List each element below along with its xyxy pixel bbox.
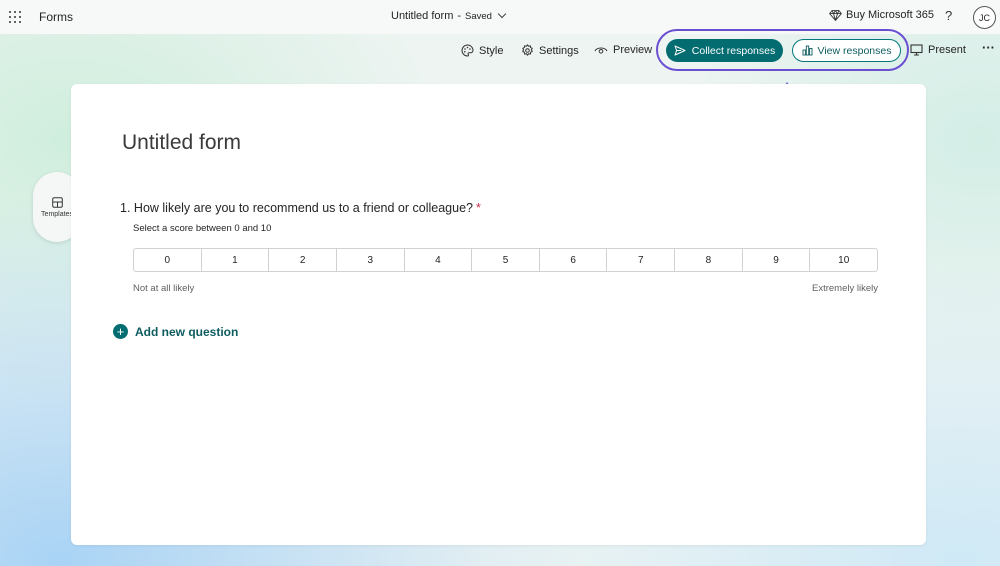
scale-option-5[interactable]: 5 <box>472 249 540 271</box>
scale-high-label: Extremely likely <box>812 283 878 294</box>
app-name[interactable]: Forms <box>39 10 73 24</box>
buy-microsoft-365-button[interactable]: Buy Microsoft 365 <box>829 9 934 21</box>
help-icon[interactable]: ? <box>945 8 952 23</box>
settings-label: Settings <box>539 44 579 57</box>
more-options-icon[interactable]: ··· <box>982 40 995 55</box>
templates-icon <box>51 196 63 208</box>
document-title-menu[interactable]: Untitled form - Saved <box>391 9 507 22</box>
scale-option-8[interactable]: 8 <box>675 249 743 271</box>
scale-option-6[interactable]: 6 <box>540 249 608 271</box>
scale-option-4[interactable]: 4 <box>405 249 473 271</box>
send-icon <box>674 45 686 56</box>
buy-label: Buy Microsoft 365 <box>846 9 935 21</box>
eye-icon <box>594 47 608 54</box>
scale-option-0[interactable]: 0 <box>134 249 202 271</box>
style-button[interactable]: Style <box>461 44 503 57</box>
scale-option-1[interactable]: 1 <box>202 249 270 271</box>
templates-label: Templates <box>41 210 73 218</box>
scale-option-7[interactable]: 7 <box>607 249 676 271</box>
question-subtitle: Select a score between 0 and 10 <box>133 223 272 234</box>
gear-icon <box>522 44 533 56</box>
style-label: Style <box>479 44 504 57</box>
present-label: Present <box>928 44 966 56</box>
nps-scale: 0 1 2 3 4 5 6 7 8 9 10 <box>133 248 878 272</box>
view-responses-button[interactable]: View responses <box>792 39 901 62</box>
chevron-down-icon <box>497 9 507 19</box>
scale-low-label: Not at all likely <box>133 283 195 294</box>
scale-option-10[interactable]: 10 <box>810 249 877 271</box>
bar-chart-icon <box>802 45 812 56</box>
preview-button[interactable]: Preview <box>594 44 652 56</box>
question-number: 1. <box>120 201 131 215</box>
collect-responses-label: Collect responses <box>691 44 776 57</box>
add-new-question-button[interactable]: + Add new question <box>113 324 238 339</box>
preview-label: Preview <box>613 44 653 56</box>
question-1-title[interactable]: 1. How likely are you to recommend us to… <box>120 201 481 215</box>
title-separator: - <box>457 10 462 22</box>
monitor-icon <box>910 44 923 56</box>
collect-responses-button[interactable]: Collect responses <box>666 39 783 62</box>
required-marker: * <box>475 201 481 215</box>
scale-option-3[interactable]: 3 <box>337 249 405 271</box>
app-launcher-icon[interactable] <box>9 11 21 23</box>
scale-option-9[interactable]: 9 <box>743 249 811 271</box>
diamond-icon <box>829 9 842 21</box>
add-new-question-label: Add new question <box>135 324 239 339</box>
question-text: How likely are you to recommend us to a … <box>133 201 473 215</box>
save-status: Saved <box>465 11 492 22</box>
form-card: Untitled form 1. How likely are you to r… <box>71 84 926 545</box>
view-responses-label: View responses <box>817 44 892 57</box>
present-button[interactable]: Present <box>910 44 966 56</box>
plus-icon: + <box>113 324 128 339</box>
palette-icon <box>461 44 474 57</box>
settings-button[interactable]: Settings <box>521 44 579 57</box>
scale-option-2[interactable]: 2 <box>269 249 337 271</box>
form-title[interactable]: Untitled form <box>122 131 241 155</box>
avatar[interactable]: JC <box>973 6 996 29</box>
document-title: Untitled form <box>391 10 454 22</box>
